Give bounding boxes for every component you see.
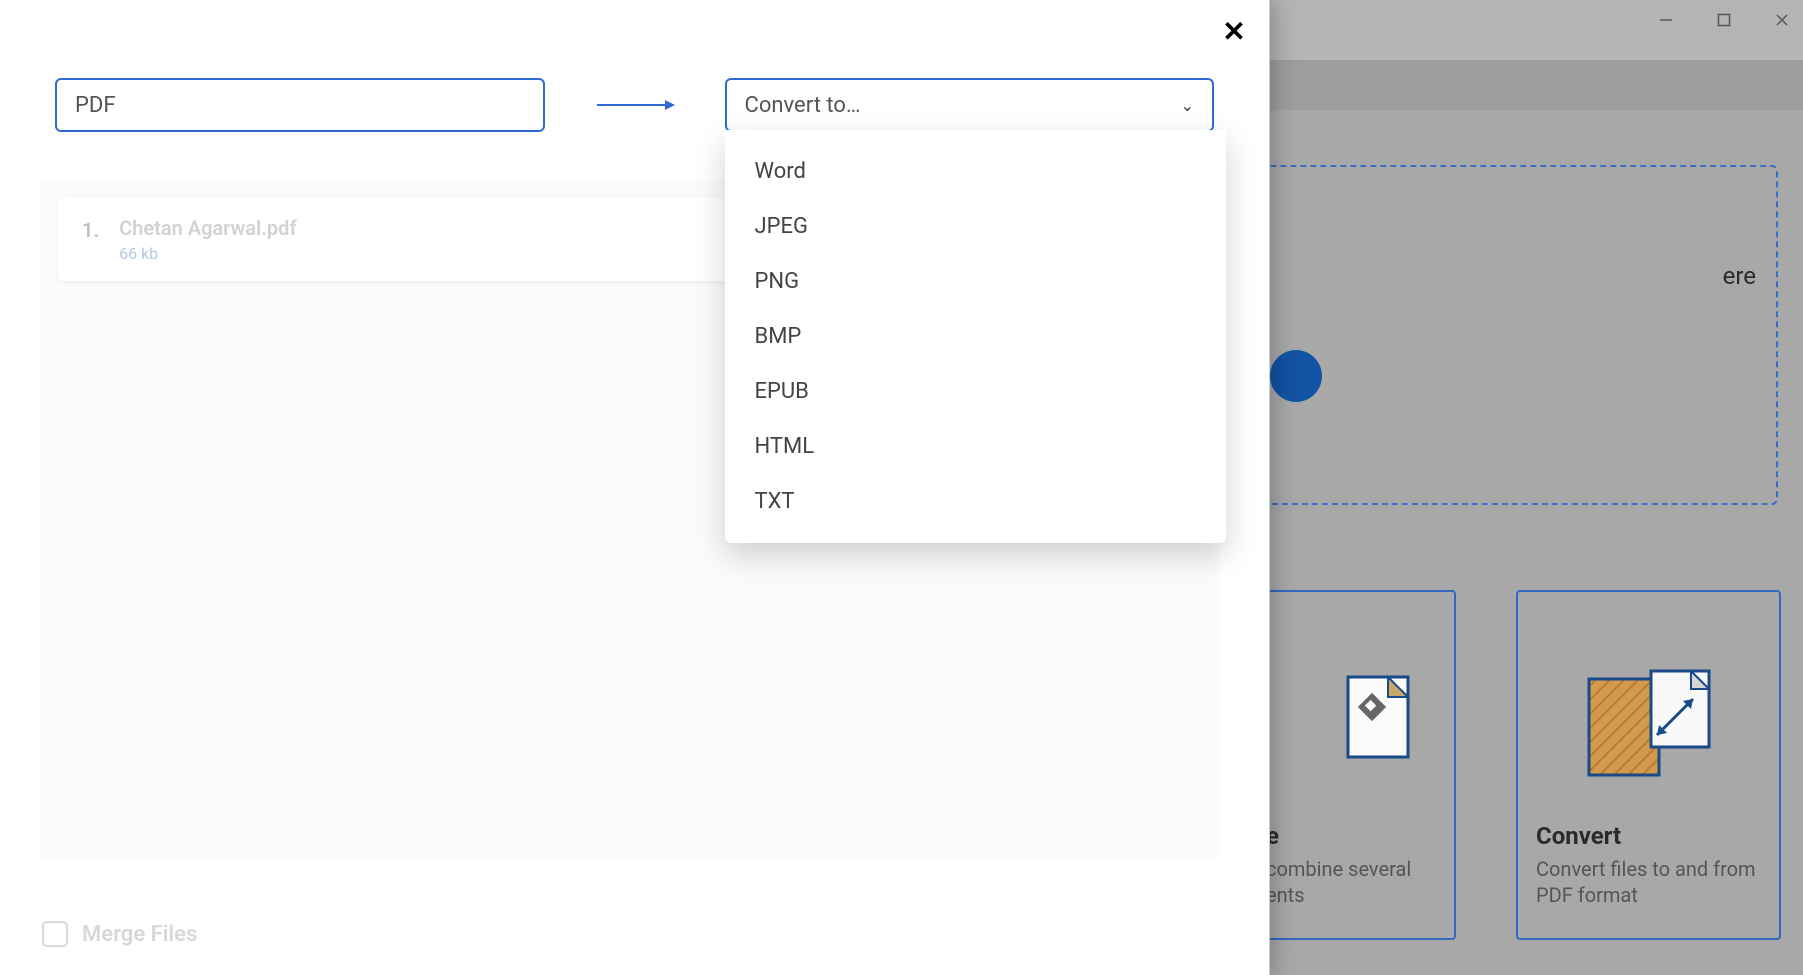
window-maximize-button[interactable] [1709, 8, 1739, 32]
file-index: 1. [82, 216, 99, 242]
chevron-down-icon: ⌄ [1181, 96, 1194, 115]
target-format-wrapper: Convert to… ⌄ Word JPEG PNG BMP EPUB HTM… [725, 78, 1214, 132]
target-format-menu: Word JPEG PNG BMP EPUB HTML TXT [725, 130, 1226, 543]
feature-card-row: e combine several ents Convert Co [1246, 590, 1781, 940]
close-icon: ✕ [1222, 15, 1245, 48]
window-minimize-button[interactable] [1651, 8, 1681, 32]
window-close-button[interactable] [1767, 8, 1797, 32]
merge-files-label: Merge Files [82, 922, 197, 947]
drop-zone-hint: ere [1723, 262, 1756, 290]
file-info: Chetan Agarwal.pdf 66 kb [119, 216, 296, 263]
add-file-button[interactable] [1270, 350, 1322, 402]
feature-card-convert[interactable]: Convert Convert files to and from PDF fo… [1516, 590, 1781, 940]
dropdown-option-jpeg[interactable]: JPEG [725, 199, 1226, 254]
convert-card-title: Convert [1536, 822, 1621, 850]
dropdown-option-txt[interactable]: TXT [725, 474, 1226, 529]
target-format-dropdown[interactable]: Convert to… ⌄ [725, 78, 1214, 132]
file-name: Chetan Agarwal.pdf [119, 216, 296, 240]
file-size: 66 kb [119, 244, 296, 263]
arrow-icon [595, 97, 675, 113]
conversion-row: PDF Convert to… ⌄ Word JPEG PNG BMP EPUB… [55, 78, 1214, 132]
source-format-value: PDF [75, 93, 115, 118]
merge-icon [1338, 652, 1418, 802]
convert-modal: ✕ PDF Convert to… ⌄ Word JPEG PNG BMP EP… [0, 0, 1270, 975]
feature-card-merge[interactable]: e combine several ents [1246, 590, 1456, 940]
merge-card-desc-1: combine several [1248, 856, 1411, 882]
window-controls [1651, 8, 1797, 32]
dropdown-option-png[interactable]: PNG [725, 254, 1226, 309]
dropdown-option-bmp[interactable]: BMP [725, 309, 1226, 364]
merge-files-checkbox[interactable] [42, 921, 68, 947]
convert-card-desc: Convert files to and from PDF format [1536, 856, 1761, 908]
close-button[interactable]: ✕ [1217, 14, 1251, 48]
target-format-placeholder: Convert to… [745, 93, 861, 118]
merge-files-option[interactable]: Merge Files [42, 921, 197, 947]
dropdown-option-epub[interactable]: EPUB [725, 364, 1226, 419]
dropdown-option-word[interactable]: Word [725, 144, 1226, 199]
source-format-input[interactable]: PDF [55, 78, 545, 132]
convert-icon [1579, 652, 1719, 802]
dropdown-option-html[interactable]: HTML [725, 419, 1226, 474]
